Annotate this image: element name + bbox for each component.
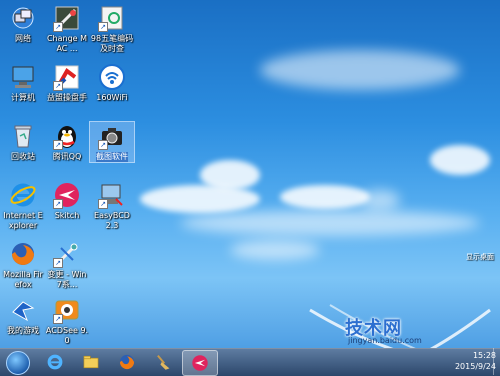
broom-icon [157,354,170,370]
taskbar-skitch-button[interactable] [182,350,218,376]
skitch-icon [192,355,208,371]
desktop-icon-ie[interactable]: Internet Explorer [1,181,45,231]
cloud [180,210,480,236]
desktop-icon-emoney[interactable]: ↗ 益盟操盘手 [45,63,89,103]
desktop-icon-160wifi[interactable]: 160WiFi [90,63,134,103]
desktop-icon-wubi[interactable]: ↗ 98五笔编码及时查 [90,4,134,54]
taskbar-broom-button[interactable] [146,350,180,374]
acdsee-icon: ↗ [53,296,81,324]
show-desktop-button[interactable] [493,348,500,375]
cloud [280,185,370,209]
start-button[interactable] [2,349,34,376]
desktop[interactable]: 网络 ↗ Change MAC ... ↗ 98五笔编码及时查 计算机 ↗ 益盟… [0,0,500,348]
desktop-icon-acdsee[interactable]: ↗ ACDSee 9.0 [45,296,89,346]
explorer-folder-icon [83,355,99,369]
desktop-icon-change-mac[interactable]: ↗ Change MAC ... [45,4,89,54]
desktop-icon-network[interactable]: 网络 [1,4,45,44]
desktop-icon-computer[interactable]: 计算机 [1,63,45,103]
windows-logo-icon [6,350,30,375]
recycle-bin-icon [9,122,37,150]
wifi-icon [98,63,126,91]
clock-date: 2015/9/24 [454,362,496,371]
cloud [140,185,260,213]
easybcd-icon: ↗ [98,181,126,209]
desktop-icon-easybcd[interactable]: ↗ EasyBCD 2.3 [90,181,134,231]
taskbar-explorer-button[interactable] [74,350,108,374]
shortcut-arrow-icon: ↗ [53,22,63,32]
firefox-icon [119,354,135,370]
desktop-icon-screenshot[interactable]: ↗ 截图软件 [89,121,135,163]
cloud [360,190,400,210]
skitch-icon: ↗ [53,181,81,209]
game-icon [9,296,37,324]
desktop-icon-firefox[interactable]: Mozilla Firefox [1,240,45,290]
shortcut-arrow-icon: ↗ [53,258,63,268]
taskbar [0,348,500,376]
desktop-icon-game[interactable]: 我的游戏 [1,296,45,336]
shortcut-arrow-icon: ↗ [53,314,63,324]
desktop-icon-win7-tool[interactable]: ↗ 变更 - Win7系... [45,240,89,290]
win7-tool-icon: ↗ [53,240,81,268]
watermark-url: jingyan.baidu.com [348,336,422,345]
shortcut-arrow-icon: ↗ [53,81,63,91]
taskbar-ie-button[interactable] [38,350,72,374]
camera-icon: ↗ [98,122,126,150]
emoney-trader-icon: ↗ [53,63,81,91]
show-desktop-watermark: 显示桌面 [466,253,494,261]
desktop-icon-qq[interactable]: ↗ 腾讯QQ [45,122,89,162]
cloud [260,50,460,90]
shortcut-arrow-icon: ↗ [53,199,63,209]
cloud [230,240,320,260]
shortcut-arrow-icon: ↗ [98,140,108,150]
network-icon [9,4,37,32]
qq-penguin-icon: ↗ [53,122,81,150]
change-mac-icon: ↗ [53,4,81,32]
cloud [200,160,260,190]
ie-icon [47,354,63,370]
taskbar-firefox-button[interactable] [110,350,144,374]
firefox-icon [9,240,37,268]
shortcut-arrow-icon: ↗ [53,140,63,150]
clock-time: 15:28 [472,351,496,360]
shortcut-arrow-icon: ↗ [98,199,108,209]
desktop-icon-recycle-bin[interactable]: 回收站 [1,122,45,162]
system-clock[interactable]: 15:28 2015/9/24 [455,350,496,372]
wubi-lookup-icon: ↗ [98,4,126,32]
computer-icon [9,63,37,91]
shortcut-arrow-icon: ↗ [98,22,108,32]
cloud [430,145,490,175]
desktop-icon-skitch[interactable]: ↗ Skitch [45,181,89,221]
ie-icon [9,181,37,209]
